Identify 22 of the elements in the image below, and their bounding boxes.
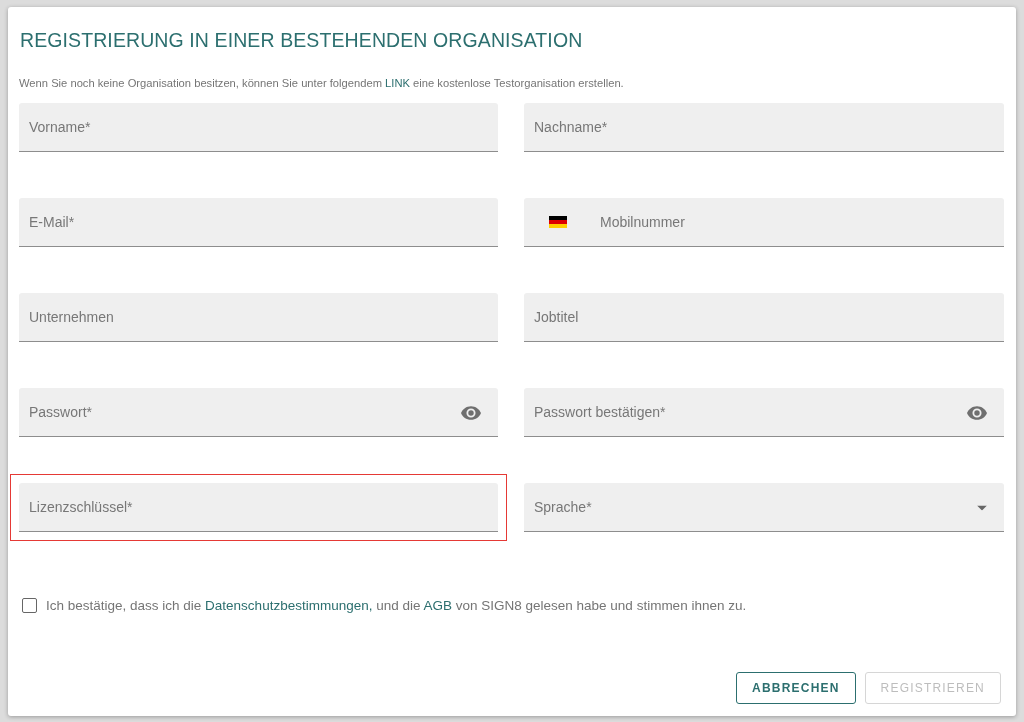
link[interactable]: Datenschutzbestimmungen, <box>205 598 373 613</box>
checkbox[interactable] <box>22 598 37 613</box>
cancel-button[interactable]: ABBRECHEN <box>736 672 856 704</box>
eye-icon[interactable] <box>461 405 481 420</box>
input-field[interactable]: Vorname* <box>19 103 498 152</box>
link[interactable]: AGB <box>423 598 452 613</box>
dropdown-field[interactable]: Sprache* <box>524 483 1004 532</box>
flag-icon <box>549 216 567 228</box>
phone-field[interactable]: Mobilnummer <box>524 198 1004 247</box>
input-field[interactable]: Lizenzschlüssel* <box>19 483 498 532</box>
eye-icon[interactable] <box>967 405 987 420</box>
input-field[interactable]: E-Mail* <box>19 198 498 247</box>
consent-text: Ich bestätige, dass ich die Datenschutzbestimmungen, und die AGB von SIGN8 gelesen habe und stimmen ihnen zu. <box>46 598 747 613</box>
input-field[interactable]: Jobtitel <box>524 293 1004 342</box>
dialog-title: REGISTRIERUNG IN EINER BESTEHENDEN ORGANISATION <box>20 29 584 52</box>
input-field[interactable]: Unternehmen <box>19 293 498 342</box>
input-field[interactable]: Nachname* <box>524 103 1004 152</box>
intro-text: Wenn Sie noch keine Organisation besitzen, können Sie unter folgendem LINK eine kostenlose Testorganisation erstellen. <box>19 77 625 89</box>
password-field[interactable]: Passwort bestätigen* <box>524 388 1004 437</box>
caret-icon[interactable] <box>977 505 987 510</box>
link[interactable]: LINK <box>385 77 410 89</box>
password-field[interactable]: Passwort* <box>19 388 498 437</box>
